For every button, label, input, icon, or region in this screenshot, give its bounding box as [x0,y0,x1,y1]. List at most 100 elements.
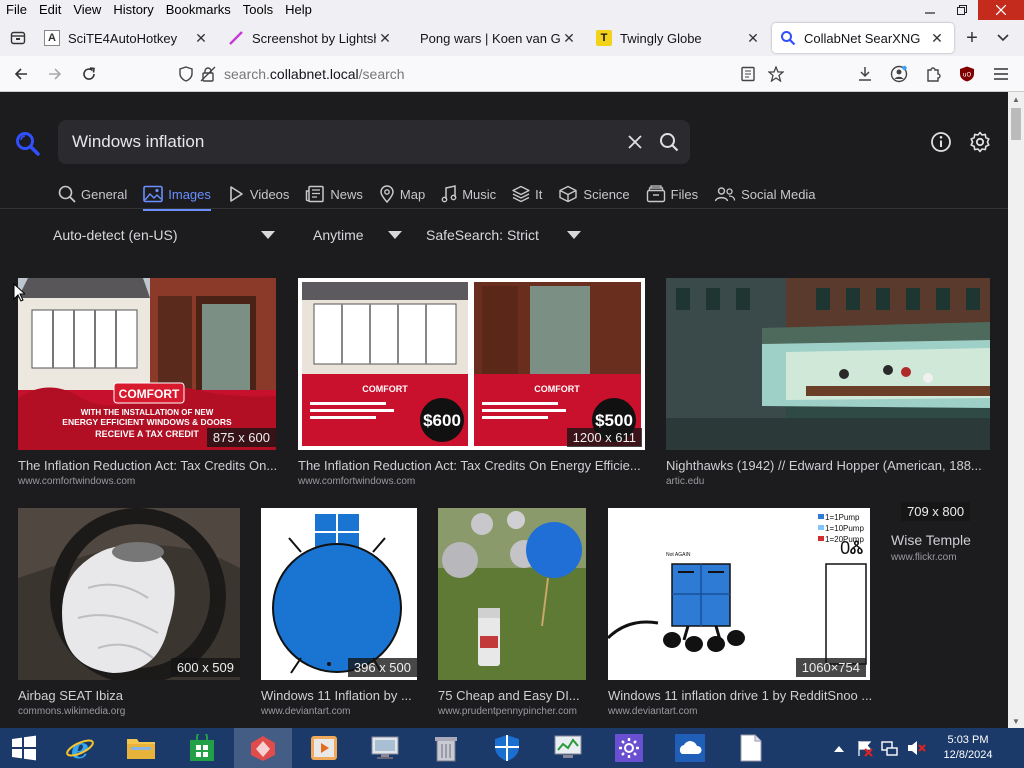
image-result[interactable]: Not AGAIN 0Ꮬ 1=1Pump 1=10Pump 1=20Pump 1… [608,508,872,722]
info-button[interactable] [929,130,953,154]
category-videos[interactable]: Videos [227,180,289,208]
reader-view-icon[interactable] [740,66,756,82]
search-submit-button[interactable] [652,125,686,159]
taskbar-media-player[interactable] [295,728,353,768]
tab-pong-wars[interactable]: Pong wars | Koen van Gilst ✕ [404,23,586,53]
category-music[interactable]: Music [441,180,496,208]
downloads-button[interactable] [848,59,882,89]
image-result[interactable]: 396 x 500 Windows 11 Inflation by ... ww… [261,508,421,722]
extensions-button[interactable] [916,59,950,89]
tab-lightshot[interactable]: Screenshot by Lightshot ✕ [220,23,402,53]
clear-search-button[interactable] [618,125,652,159]
image-result[interactable]: 75 Cheap and Easy DI... www.prudentpenny… [438,508,590,722]
tab-twingly-globe[interactable]: T Twingly Globe ✕ [588,23,770,53]
taskbar-recycle-app[interactable] [417,728,475,768]
taskbar-file-explorer[interactable] [112,728,170,768]
result-title[interactable]: Airbag SEAT Ibiza [18,688,242,703]
shield-icon[interactable] [178,65,194,82]
taskbar-internet-explorer[interactable]: e [51,728,109,768]
scrollbar-thumb[interactable] [1011,108,1021,140]
account-button[interactable] [882,59,916,89]
category-general[interactable]: General [58,180,127,208]
language-select[interactable]: Auto-detect (en-US) [53,224,275,246]
close-window-button[interactable] [978,0,1024,20]
search-input[interactable]: Windows inflation [72,132,618,152]
result-title[interactable]: Wise Temple [891,532,1001,548]
bookmark-star-icon[interactable] [768,65,784,82]
menu-tools[interactable]: Tools [237,0,279,20]
time-range-select[interactable]: Anytime [313,224,402,246]
result-thumbnail[interactable] [438,508,586,680]
close-tab-icon[interactable]: ✕ [192,29,210,47]
result-thumbnail[interactable] [261,508,417,680]
tab-scite4autohotkey[interactable]: A SciTE4AutoHotkey ✕ [36,23,218,53]
result-thumbnail[interactable]: Not AGAIN 0Ꮬ 1=1Pump 1=10Pump 1=20Pump [608,508,870,680]
close-tab-icon[interactable]: ✕ [376,29,394,47]
result-thumbnail[interactable]: COMFORT WITH THE INSTALLATION OF NEW ENE… [18,278,276,450]
image-result[interactable]: COMFORT WITH THE INSTALLATION OF NEW ENE… [18,278,280,494]
scroll-up-icon[interactable]: ▲ [1008,92,1024,106]
reload-button[interactable] [72,59,106,89]
volume-muted-icon[interactable] [906,739,926,757]
taskbar-notepad[interactable] [722,728,780,768]
image-result[interactable]: Nighthawks (1942) // Edward Hopper (Amer… [666,278,990,494]
menu-edit[interactable]: Edit [33,0,67,20]
category-files[interactable]: Files [646,180,698,208]
forward-button[interactable] [38,59,72,89]
start-button[interactable] [0,728,48,768]
result-thumbnail[interactable] [666,278,990,450]
ublock-origin-button[interactable]: uO [950,59,984,89]
menu-help[interactable]: Help [279,0,318,20]
taskbar-onedrive[interactable] [661,728,719,768]
result-title[interactable]: Nighthawks (1942) // Edward Hopper (Amer… [666,458,990,473]
taskbar-lightshot[interactable] [234,728,292,768]
result-title[interactable]: Windows 11 inflation drive 1 by RedditSn… [608,688,872,703]
category-map[interactable]: Map [379,180,425,208]
preferences-button[interactable] [968,130,992,154]
tab-collabnet-searxng[interactable]: CollabNet SearXNG ✕ [772,23,954,53]
firefox-view-button[interactable] [0,20,36,56]
page-scrollbar[interactable]: ▲ ▼ [1008,92,1024,728]
menu-file[interactable]: File [0,0,33,20]
close-tab-icon[interactable]: ✕ [744,29,762,47]
result-title[interactable]: Windows 11 Inflation by ... [261,688,421,703]
scroll-down-icon[interactable]: ▼ [1008,714,1024,728]
open-menu-button[interactable] [984,59,1018,89]
category-science[interactable]: Science [558,180,630,208]
insecure-lock-icon[interactable] [200,66,216,82]
menu-bookmarks[interactable]: Bookmarks [160,0,237,20]
clock[interactable]: 5:03 PM 12/8/2024 [936,733,1000,763]
category-news[interactable]: News [305,180,363,208]
menu-view[interactable]: View [67,0,107,20]
taskbar-microsoft-store[interactable] [173,728,231,768]
taskbar-network-monitor[interactable] [539,728,597,768]
searxng-logo-icon[interactable] [14,130,42,161]
taskbar-defender[interactable] [478,728,536,768]
result-title[interactable]: The Inflation Reduction Act: Tax Credits… [18,458,280,473]
result-thumbnail[interactable] [18,508,240,680]
network-icon[interactable] [880,739,900,757]
image-result[interactable]: COMFORT COMFORT $600 $500 1200 x 611 The… [298,278,648,494]
new-tab-button[interactable]: + [956,23,988,53]
taskbar-settings[interactable] [600,728,658,768]
category-images[interactable]: Images [143,180,211,211]
action-center-flag-icon[interactable] [856,739,874,757]
result-thumbnail[interactable]: COMFORT COMFORT $600 $500 [298,278,645,450]
restore-button[interactable] [946,0,978,20]
url-bar[interactable]: search.collabnet.local/search [170,60,790,88]
image-result[interactable]: 600 x 509 Airbag SEAT Ibiza commons.wiki… [18,508,242,722]
menu-history[interactable]: History [107,0,159,20]
list-all-tabs-button[interactable] [988,23,1018,53]
safesearch-select[interactable]: SafeSearch: Strict [426,224,581,246]
show-hidden-icons-icon[interactable] [834,744,844,752]
result-title[interactable]: The Inflation Reduction Act: Tax Credits… [298,458,648,473]
minimize-button[interactable] [914,0,946,20]
close-tab-icon[interactable]: ✕ [928,29,946,47]
category-social-media[interactable]: Social Media [714,180,816,208]
category-it[interactable]: It [512,180,542,208]
taskbar-remote-desktop[interactable] [356,728,414,768]
close-tab-icon[interactable]: ✕ [560,29,578,47]
image-result[interactable]: 709 x 800 Wise Temple www.flickr.com [891,502,1001,568]
result-title[interactable]: 75 Cheap and Easy DI... [438,688,590,703]
back-button[interactable] [4,59,38,89]
